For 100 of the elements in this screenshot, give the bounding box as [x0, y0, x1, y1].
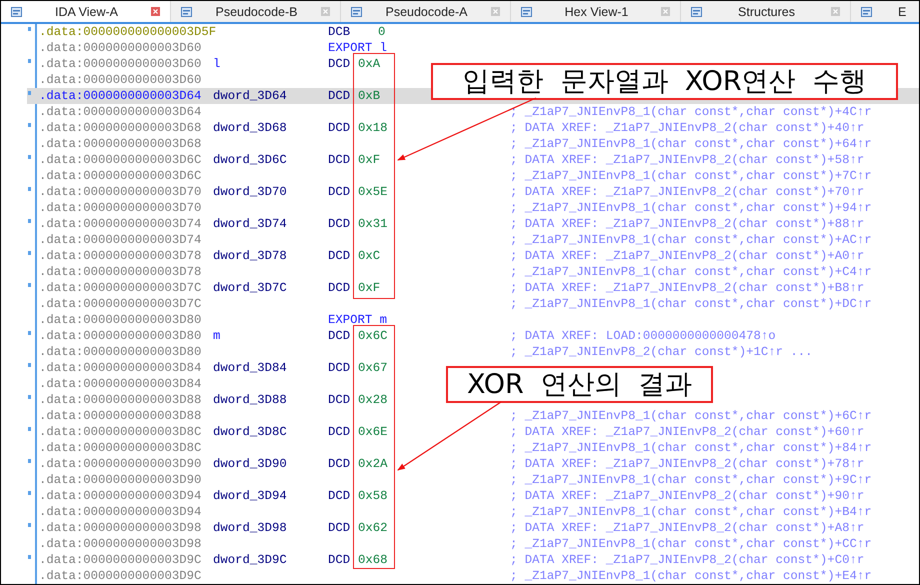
label-text: dword_3D6C [213, 153, 287, 167]
address-text: .data:0000000000003D74 [39, 216, 202, 232]
address-text: .data:000000000000003D5F [39, 24, 213, 40]
operand-value: 0x58 [358, 489, 388, 503]
directive-text: DCD [328, 329, 350, 343]
directive-text: DCD [328, 153, 350, 167]
label-text: dword_3D70 [213, 185, 287, 199]
callout-label: XOR 연산의 결과 [446, 366, 713, 403]
label-text: dword_3D74 [213, 217, 287, 231]
close-icon[interactable] [491, 7, 500, 16]
address-text: .data:0000000000003D94 [39, 504, 202, 520]
address-text: .data:0000000000003D80 [39, 344, 202, 360]
xref-comment: ; DATA XREF: _Z1aP7_JNIEnvP8_2(char const*)+78↑r [510, 456, 864, 472]
label-text: dword_3D68 [213, 121, 287, 135]
directive-text: DCD [328, 393, 350, 407]
operand-value: 0x68 [358, 553, 388, 567]
xref-comment: ; DATA XREF: _Z1aP7_JNIEnvP8_2(char const*)+70↑r [510, 184, 864, 200]
address-text: .data:0000000000003D78 [39, 248, 202, 264]
address-text: .data:0000000000003D60 [39, 56, 202, 72]
tab[interactable]: IDA View-A [1, 1, 171, 22]
xref-comment: ; _Z1aP7_JNIEnvP8_1(char const*,char const*)+B4↑r [510, 504, 872, 520]
address-text: .data:0000000000003D8C [39, 440, 202, 456]
address-text: .data:0000000000003D90 [39, 456, 202, 472]
xref-comment: ; DATA XREF: _Z1aP7_JNIEnvP8_2(char const*)+A0↑r [510, 248, 864, 264]
label-text: m [213, 329, 220, 343]
address-text: .data:0000000000003D90 [39, 472, 202, 488]
operand-value: 0xC [358, 249, 380, 263]
xref-comment: ; _Z1aP7_JNIEnvP8_2(char const*)+1C↑r ... [510, 344, 813, 360]
label-text: dword_3D78 [213, 249, 287, 263]
window-icon [351, 6, 362, 16]
label-text: l [213, 57, 220, 71]
directive-text: DCD [328, 57, 350, 71]
address-text: .data:0000000000003D6C [39, 152, 202, 168]
xref-comment: ; _Z1aP7_JNIEnvP8_1(char const*,char const*)+AC↑r [510, 232, 872, 248]
operand-value: 0x62 [358, 521, 388, 535]
label-text: dword_3D9C [213, 553, 287, 567]
address-text: .data:0000000000003D70 [39, 200, 202, 216]
xref-comment: ; _Z1aP7_JNIEnvP8_1(char const*,char const*)+94↑r [510, 200, 872, 216]
close-icon[interactable] [831, 7, 840, 16]
label-text: dword_3D88 [213, 393, 287, 407]
address-text: .data:0000000000003D68 [39, 120, 202, 136]
xref-comment: ; _Z1aP7_JNIEnvP8_1(char const*,char const*)+C4↑r [510, 264, 872, 280]
xref-comment: ; _Z1aP7_JNIEnvP8_1(char const*,char const*)+6C↑r [510, 408, 872, 424]
directive-text: DCD [328, 489, 350, 503]
tab[interactable]: Pseudocode-B [171, 1, 341, 22]
export-directive: EXPORT m [328, 312, 388, 328]
address-text: .data:0000000000003D70 [39, 184, 202, 200]
xref-comment: ; DATA XREF: _Z1aP7_JNIEnvP8_2(char const*)+88↑r [510, 216, 864, 232]
operand-value: 0xF [358, 281, 380, 295]
operand-value: 0x28 [358, 393, 388, 407]
xref-comment: ; _Z1aP7_JNIEnvP8_1(char const*,char const*)+64↑r [510, 136, 872, 152]
xref-comment: ; _Z1aP7_JNIEnvP8_1(char const*,char const*)+84↑r [510, 440, 872, 456]
directive-text: DCD [328, 185, 350, 199]
tab[interactable]: Structures [681, 1, 851, 22]
directive-text: DCD [328, 121, 350, 135]
callout-label: 입력한 문자열과 XOR연산 수행 [431, 63, 898, 100]
address-text: .data:0000000000003D94 [39, 488, 202, 504]
label-text: dword_3D98 [213, 521, 287, 535]
operand-value: 0x18 [358, 121, 388, 135]
tab[interactable]: Pseudocode-A [341, 1, 511, 22]
xref-comment: ; DATA XREF: _Z1aP7_JNIEnvP8_2(char const*)+C0↑r [510, 552, 864, 568]
operand-value: 0 [378, 25, 386, 39]
address-text: .data:0000000000003D7C [39, 296, 202, 312]
operand-value: 0x31 [358, 217, 388, 231]
directive-text: DCD [328, 249, 350, 263]
xref-comment: ; DATA XREF: _Z1aP7_JNIEnvP8_2(char const*)+90↑r [510, 488, 864, 504]
address-text: .data:0000000000003D88 [39, 392, 202, 408]
label-text: dword_3D90 [213, 457, 287, 471]
window-icon [521, 6, 532, 16]
directive-text: DCD [328, 361, 350, 375]
operand-value: 0x2A [358, 457, 388, 471]
xref-comment: ; _Z1aP7_JNIEnvP8_1(char const*,char const*)+9C↑r [510, 472, 872, 488]
address-text: .data:0000000000003D8C [39, 424, 202, 440]
xref-comment: ; DATA XREF: _Z1aP7_JNIEnvP8_2(char const*)+60↑r [510, 424, 864, 440]
address-text: .data:0000000000003D68 [39, 136, 202, 152]
xref-comment: ; DATA XREF: _Z1aP7_JNIEnvP8_2(char const*)+40↑r [510, 120, 864, 136]
window-icon [181, 6, 192, 16]
directive-text: DCD [328, 457, 350, 471]
address-text: .data:0000000000003D64 [39, 88, 202, 104]
export-directive: EXPORT l [328, 40, 388, 56]
window-icon [861, 6, 872, 16]
address-text: .data:0000000000003D78 [39, 264, 202, 280]
directive-text: DCB [328, 25, 350, 39]
xref-comment: ; _Z1aP7_JNIEnvP8_1(char const*,char const*)+E4↑r [510, 568, 872, 584]
operand-value: 0x5E [358, 185, 388, 199]
xref-comment: ; DATA XREF: _Z1aP7_JNIEnvP8_2(char const*)+B8↑r [510, 280, 864, 296]
tab[interactable]: E [851, 1, 919, 22]
address-text: .data:0000000000003D9C [39, 552, 202, 568]
close-icon[interactable] [661, 7, 670, 16]
close-icon[interactable] [151, 7, 160, 16]
address-text: .data:0000000000003D64 [39, 104, 202, 120]
directive-text: DCD [328, 425, 350, 439]
label-text: dword_3D7C [213, 281, 287, 295]
operand-value: 0xB [358, 89, 380, 103]
operand-value: 0x67 [358, 361, 388, 375]
operand-value: 0x6E [358, 425, 388, 439]
close-icon[interactable] [321, 7, 330, 16]
address-text: .data:0000000000003D80 [39, 328, 202, 344]
xref-comment: ; DATA XREF: LOAD:0000000000000478↑o [510, 328, 776, 344]
tab[interactable]: Hex View-1 [511, 1, 681, 22]
